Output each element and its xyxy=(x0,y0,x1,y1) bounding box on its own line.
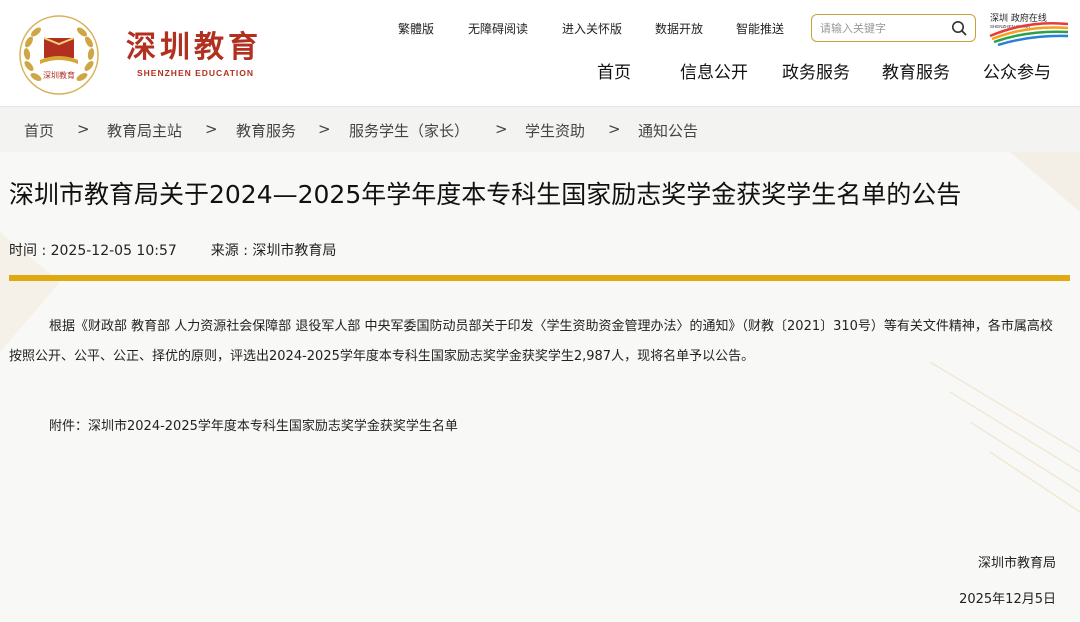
toplink-traditional[interactable]: 繁體版 xyxy=(398,20,434,37)
nav-info-disclosure[interactable]: 信息公开 xyxy=(680,58,748,83)
nav-education-services[interactable]: 教育服务 xyxy=(882,58,950,83)
shenzhen-china-logo[interactable]: 深圳 政府在线 SHENZHEN CHINA xyxy=(988,10,1070,46)
breadcrumb-separator: > xyxy=(318,120,331,138)
attachment-link[interactable]: 附件：深圳市2024-2025学年度本专科生国家励志奖学金获奖学生名单 xyxy=(49,415,458,434)
background-pattern xyxy=(0,152,1080,513)
breadcrumb-separator: > xyxy=(77,120,90,138)
breadcrumb-separator: > xyxy=(495,120,508,138)
nav-home[interactable]: 首页 xyxy=(597,58,631,83)
toplink-care-mode[interactable]: 进入关怀版 xyxy=(562,20,622,37)
china-logo-text-cn: 深圳 政府在线 xyxy=(990,12,1047,24)
breadcrumb-serve-students[interactable]: 服务学生（家长） xyxy=(349,120,469,141)
publish-time: 时间 : 2025-12-05 10:57 xyxy=(9,243,177,259)
breadcrumb: 首页 > 教育局主站 > 教育服务 > 服务学生（家长） > 学生资助 > 通知… xyxy=(0,106,1080,152)
site-logo-title[interactable]: 深圳教育 xyxy=(126,30,262,66)
article-title: 深圳市教育局关于2024—2025年学年度本专科生国家励志奖学金获奖学生名单的公… xyxy=(9,180,962,209)
issuer-signature: 深圳市教育局 xyxy=(977,556,1056,571)
search-input[interactable] xyxy=(820,19,948,37)
breadcrumb-separator: > xyxy=(608,120,621,138)
breadcrumb-notices[interactable]: 通知公告 xyxy=(638,120,698,141)
toplink-smart-push[interactable]: 智能推送 xyxy=(736,20,784,37)
nav-government-services[interactable]: 政务服务 xyxy=(782,58,850,83)
breadcrumb-student-aid[interactable]: 学生资助 xyxy=(525,120,585,141)
title-divider xyxy=(9,275,1070,281)
issue-date: 2025年12月5日 xyxy=(959,592,1056,607)
toplink-open-data[interactable]: 数据开放 xyxy=(655,20,703,37)
article-source: 来源 : 深圳市教育局 xyxy=(210,243,337,259)
search-box xyxy=(811,14,976,42)
nav-public-participation[interactable]: 公众参与 xyxy=(983,58,1051,83)
search-icon[interactable] xyxy=(951,20,967,36)
toplink-accessibility[interactable]: 无障碍阅读 xyxy=(468,20,528,37)
article-meta: 时间 : 2025-12-05 10:57 来源 : 深圳市教育局 xyxy=(9,240,336,260)
site-header: 深圳教育 深圳教育 SHENZHEN EDUCATION 繁體版 无障碍阅读 进… xyxy=(0,0,1080,106)
emblem-text: 深圳教育 xyxy=(43,70,75,80)
article-content: 深圳市教育局关于2024—2025年学年度本专科生国家励志奖学金获奖学生名单的公… xyxy=(0,152,1080,622)
breadcrumb-separator: > xyxy=(205,120,218,138)
article-body: 根据《财政部 教育部 人力资源社会保障部 退役军人部 中央军委国防动员部关于印发… xyxy=(9,319,1053,364)
education-emblem-icon[interactable]: 深圳教育 xyxy=(16,14,102,96)
breadcrumb-home[interactable]: 首页 xyxy=(24,120,54,141)
site-logo-subtitle: SHENZHEN EDUCATION xyxy=(137,68,255,78)
breadcrumb-bureau-main[interactable]: 教育局主站 xyxy=(107,120,182,141)
breadcrumb-education-services[interactable]: 教育服务 xyxy=(236,120,296,141)
